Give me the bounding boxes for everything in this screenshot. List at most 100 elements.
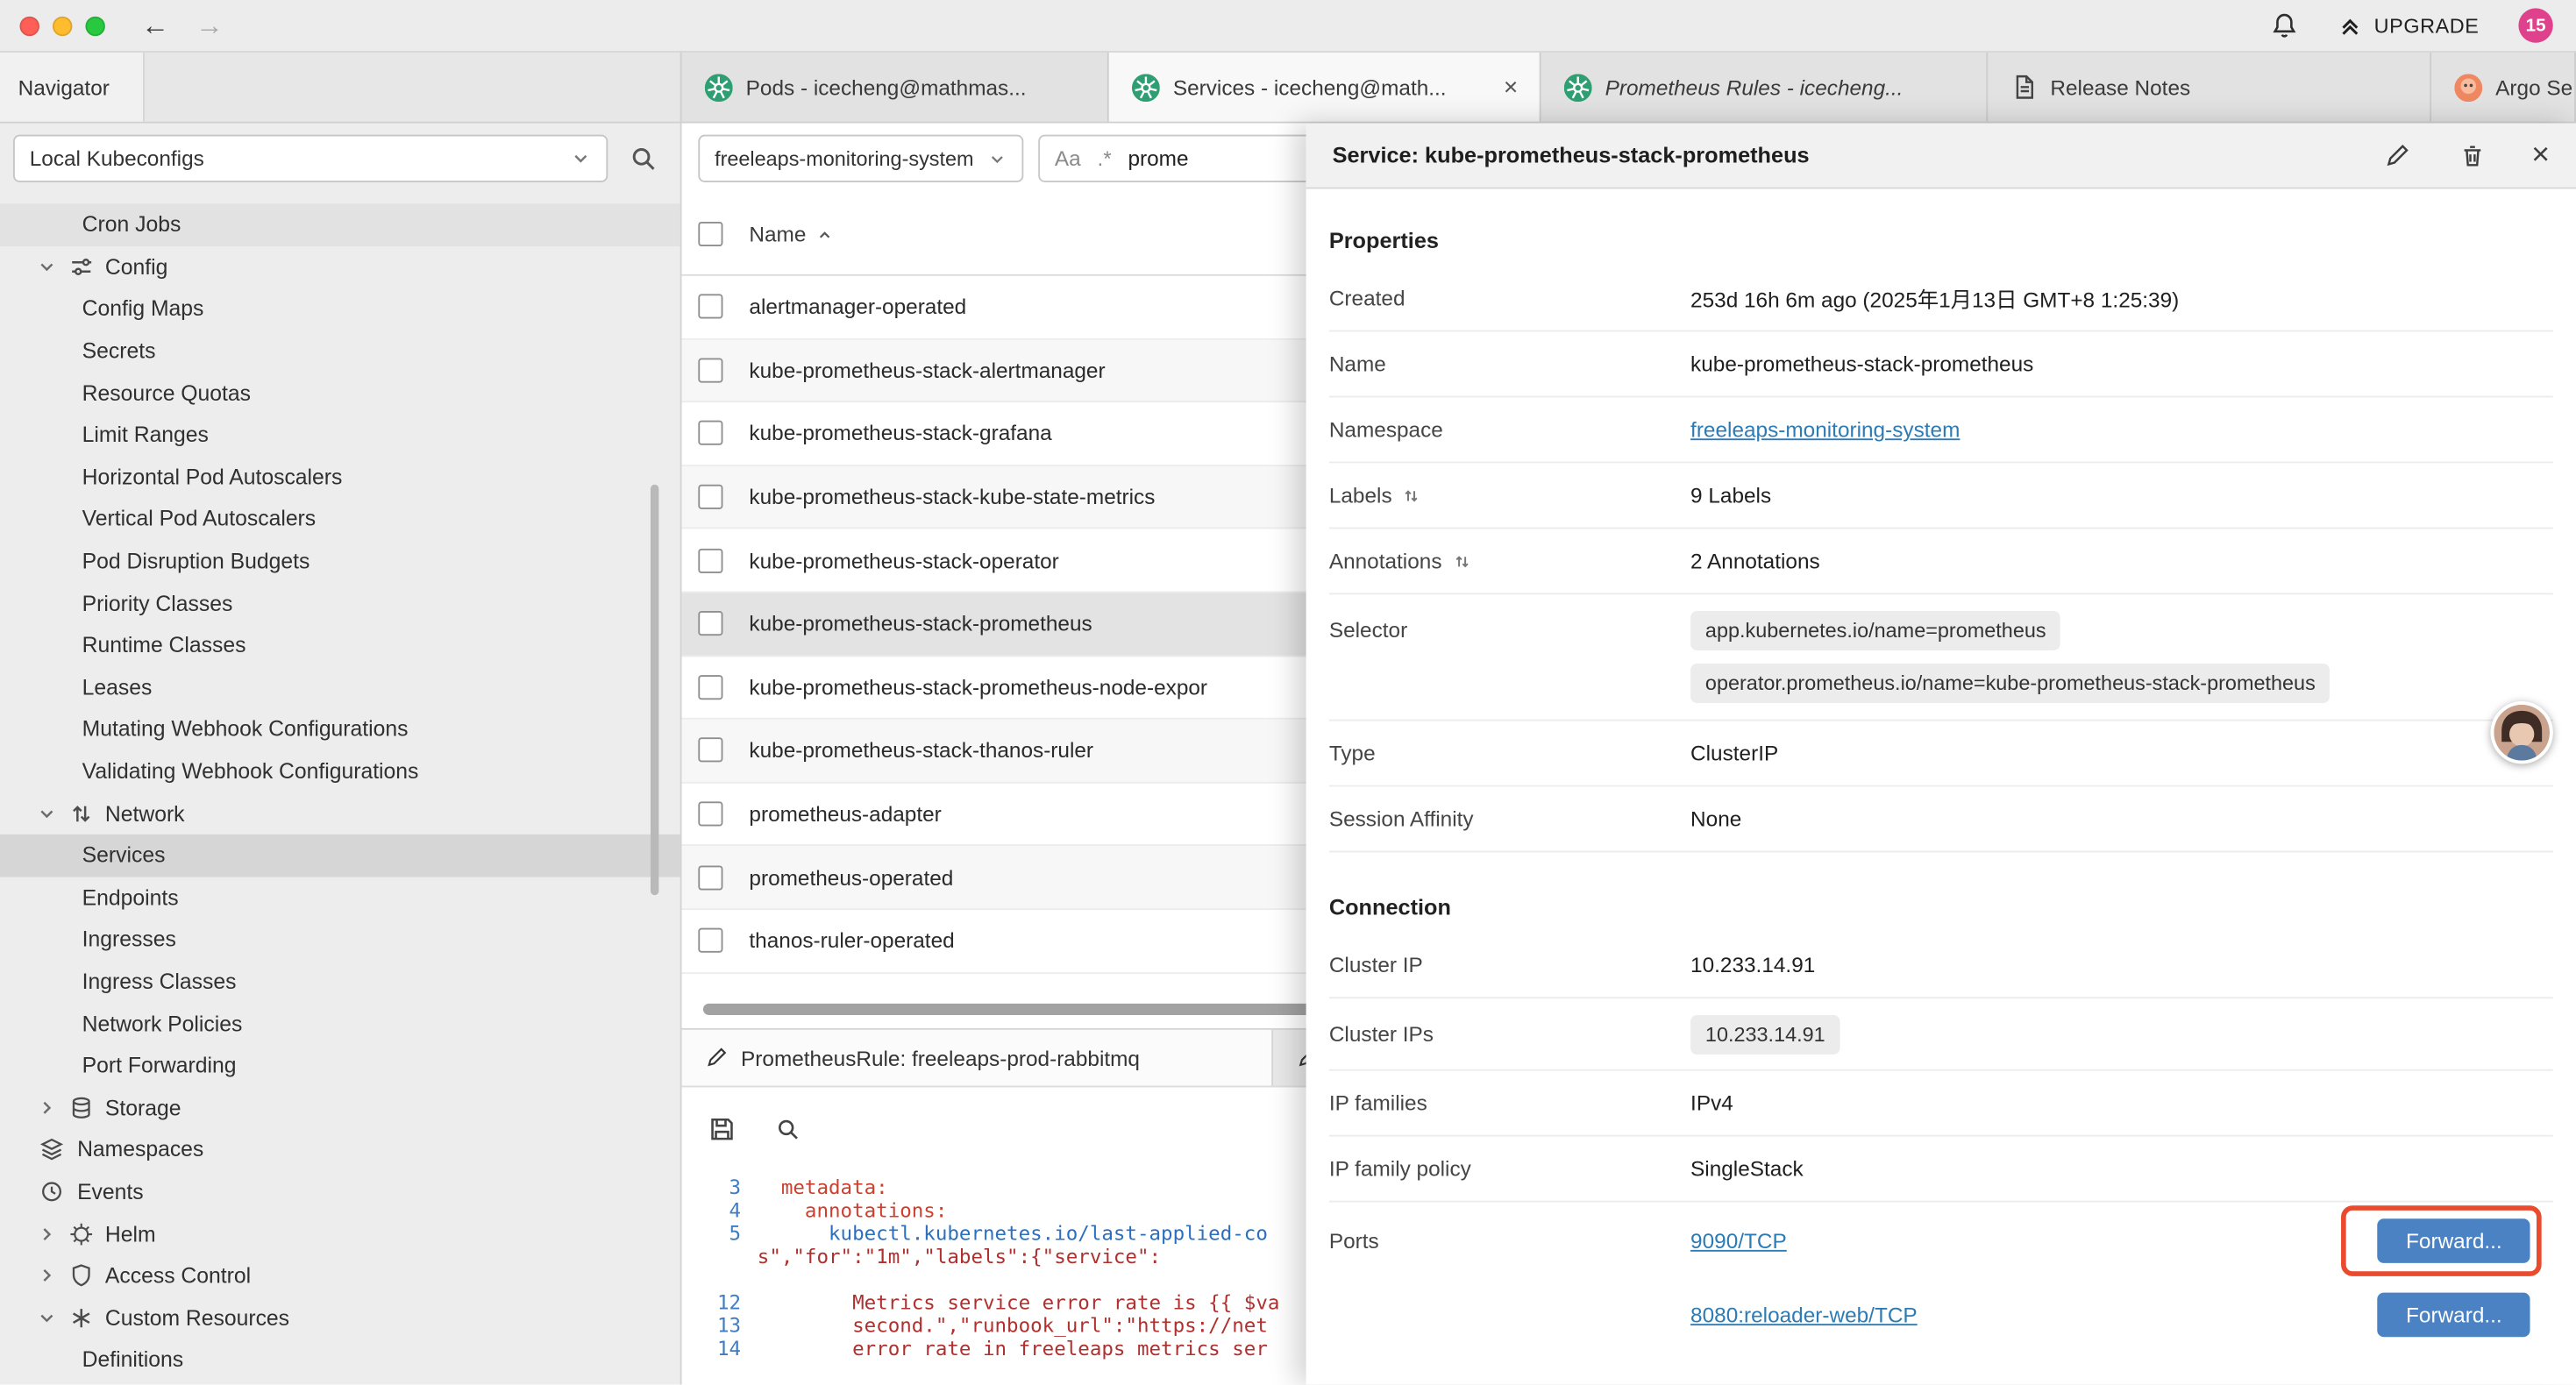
sidebar-item-leases[interactable]: Leases <box>0 666 680 708</box>
kubernetes-icon <box>1132 73 1160 101</box>
row-checkbox[interactable] <box>698 675 722 700</box>
storage-icon <box>69 1095 94 1119</box>
namespace-select[interactable]: freeleaps-monitoring-system <box>698 135 1023 182</box>
tab-services[interactable]: Services - icecheng@math... × <box>1109 53 1541 122</box>
tab-release-notes[interactable]: Release Notes <box>1988 53 2431 122</box>
chevron-right-icon <box>36 1265 59 1286</box>
editor-search-icon[interactable] <box>772 1112 804 1144</box>
maximize-window-button[interactable] <box>85 16 104 35</box>
labels-expand-icon[interactable] <box>1402 486 1421 505</box>
sidebar-item-ingresses[interactable]: Ingresses <box>0 919 680 961</box>
sidebar-search-button[interactable] <box>618 134 667 183</box>
upgrade-icon <box>2338 13 2362 38</box>
forward-arrow-icon[interactable]: → <box>196 11 224 39</box>
row-checkbox[interactable] <box>698 801 722 826</box>
back-arrow-icon[interactable]: ← <box>141 11 169 39</box>
tab-prometheus-rules[interactable]: Prometheus Rules - icecheng... <box>1541 53 1989 122</box>
config-icon <box>69 254 94 279</box>
row-checkbox[interactable] <box>698 738 722 763</box>
close-tab-icon[interactable]: × <box>1498 73 1523 101</box>
sidebar-item-namespaces[interactable]: Namespaces <box>0 1128 680 1170</box>
sidebar-item-events[interactable]: Events <box>0 1170 680 1212</box>
sidebar-item-pod-disruption-budgets[interactable]: Pod Disruption Budgets <box>0 540 680 582</box>
dock-tab-prometheusrule[interactable]: PrometheusRule: freeleaps-prod-rabbitmq <box>682 1030 1274 1086</box>
close-drawer-icon[interactable]: × <box>2531 139 2550 171</box>
edit-pencil-icon[interactable] <box>2380 138 2413 171</box>
sidebar-item-horizontal-pod-autoscalers[interactable]: Horizontal Pod Autoscalers <box>0 456 680 498</box>
drawer-title: Service: kube-prometheus-stack-prometheu… <box>1333 143 2338 167</box>
row-checkbox[interactable] <box>698 612 722 636</box>
drawer-body: Properties Created 253d 16h 6m ago (2025… <box>1306 188 2576 1384</box>
delete-trash-icon[interactable] <box>2456 138 2488 171</box>
upgrade-button[interactable]: UPGRADE <box>2338 13 2479 38</box>
row-checkbox[interactable] <box>698 358 722 382</box>
sidebar-item-services[interactable]: Services <box>0 835 680 877</box>
minimize-window-button[interactable] <box>53 16 72 35</box>
select-all-checkbox[interactable] <box>698 222 722 246</box>
match-case-toggle[interactable]: Aa <box>1055 146 1081 171</box>
notifications-bell-icon[interactable] <box>2271 11 2299 39</box>
sidebar-item-ingress-classes[interactable]: Ingress Classes <box>0 961 680 1003</box>
save-icon[interactable] <box>705 1112 739 1146</box>
name-column-header[interactable]: Name <box>749 222 834 246</box>
forward-button[interactable]: Forward... <box>2378 1218 2530 1262</box>
forward-button[interactable]: Forward... <box>2378 1292 2530 1337</box>
sidebar-item-custom-resources[interactable]: Custom Resources <box>0 1296 680 1339</box>
sidebar-scrollbar[interactable] <box>651 485 658 895</box>
service-details-drawer: Service: kube-prometheus-stack-prometheu… <box>1306 124 2576 1385</box>
port-link[interactable]: 8080:reloader-web/TCP <box>1690 1302 1918 1326</box>
helm-icon <box>69 1221 94 1246</box>
sidebar-item-endpoints[interactable]: Endpoints <box>0 877 680 919</box>
custom-resources-icon <box>69 1305 94 1330</box>
navigator-tree: Cron Jobs Config Config Maps Secrets Res… <box>0 194 680 1381</box>
events-clock-icon <box>39 1179 64 1204</box>
row-checkbox[interactable] <box>698 865 722 890</box>
sidebar-item-access-control[interactable]: Access Control <box>0 1254 680 1296</box>
row-ip-family-policy: IP family policy SingleStack <box>1329 1137 2553 1203</box>
sidebar-item-runtime-classes[interactable]: Runtime Classes <box>0 624 680 666</box>
sidebar-item-helm[interactable]: Helm <box>0 1212 680 1254</box>
namespace-link[interactable]: freeleaps-monitoring-system <box>1690 417 1960 442</box>
properties-section-title: Properties <box>1329 228 2553 252</box>
tab-strip: Navigator Pods - icecheng@mathmas... Ser… <box>0 53 2576 124</box>
sidebar-item-config-maps[interactable]: Config Maps <box>0 288 680 330</box>
row-cluster-ips: Cluster IPs 10.233.14.91 <box>1329 998 2553 1070</box>
row-type: Type ClusterIP <box>1329 721 2553 787</box>
chevron-right-icon <box>36 1097 59 1118</box>
navigator-panel-tab[interactable]: Navigator <box>0 53 145 122</box>
sidebar-item-validating-webhook-configurations[interactable]: Validating Webhook Configurations <box>0 750 680 792</box>
release-notes-icon <box>2010 74 2037 100</box>
chevron-down-icon <box>570 148 591 169</box>
notification-count-badge[interactable]: 15 <box>2518 8 2552 42</box>
sidebar-item-resource-quotas[interactable]: Resource Quotas <box>0 372 680 414</box>
sidebar-item-network[interactable]: Network <box>0 792 680 835</box>
row-checkbox[interactable] <box>698 295 722 319</box>
annotations-expand-icon[interactable] <box>1452 551 1471 571</box>
sidebar-item-config[interactable]: Config <box>0 245 680 288</box>
row-checkbox[interactable] <box>698 928 722 953</box>
sidebar-item-priority-classes[interactable]: Priority Classes <box>0 582 680 624</box>
sidebar-item-definitions[interactable]: Definitions <box>0 1339 680 1381</box>
kubernetes-icon <box>1564 73 1592 101</box>
sidebar-item-cron-jobs[interactable]: Cron Jobs <box>0 203 680 245</box>
sidebar-item-limit-ranges[interactable]: Limit Ranges <box>0 414 680 456</box>
regex-toggle[interactable]: .* <box>1097 146 1111 171</box>
sidebar-item-mutating-webhook-configurations[interactable]: Mutating Webhook Configurations <box>0 708 680 750</box>
row-checkbox[interactable] <box>698 422 722 446</box>
search-value: prome <box>1128 146 1188 171</box>
tab-pods[interactable]: Pods - icecheng@mathmas... <box>682 53 1109 122</box>
kubeconfig-select[interactable]: Local Kubeconfigs <box>13 135 608 182</box>
row-checkbox[interactable] <box>698 548 722 572</box>
sidebar-item-network-policies[interactable]: Network Policies <box>0 1002 680 1044</box>
port-link[interactable]: 9090/TCP <box>1690 1228 1787 1253</box>
sidebar-item-secrets[interactable]: Secrets <box>0 330 680 372</box>
connection-section-title: Connection <box>1329 895 2553 920</box>
sidebar-item-vertical-pod-autoscalers[interactable]: Vertical Pod Autoscalers <box>0 498 680 540</box>
close-window-button[interactable] <box>19 16 39 35</box>
sidebar-item-port-forwarding[interactable]: Port Forwarding <box>0 1044 680 1086</box>
tab-argo[interactable]: Argo Se <box>2431 53 2576 122</box>
avatar[interactable] <box>2491 701 2553 764</box>
sidebar-item-storage[interactable]: Storage <box>0 1086 680 1128</box>
pencil-icon <box>705 1047 728 1069</box>
row-checkbox[interactable] <box>698 485 722 509</box>
